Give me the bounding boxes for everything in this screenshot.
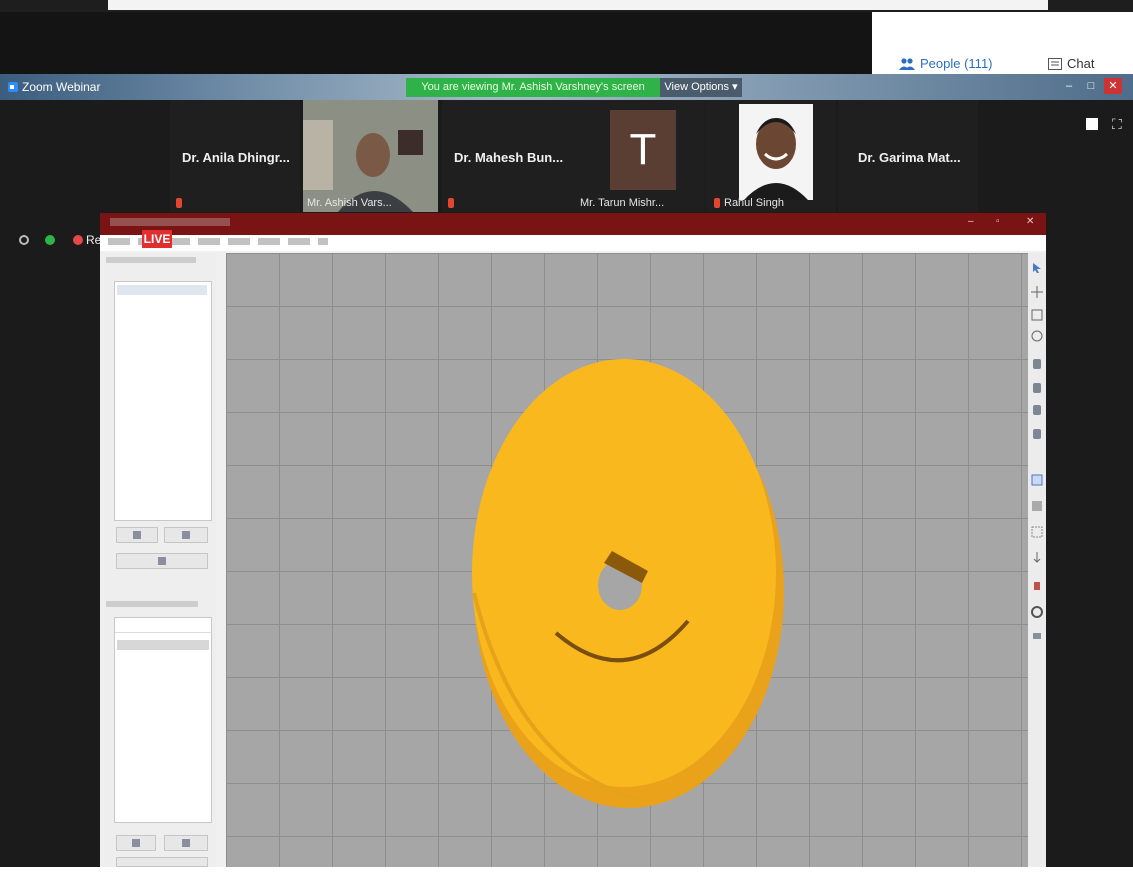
maximize-button[interactable]: □: [1082, 78, 1100, 94]
view-top-icon[interactable]: [1031, 403, 1043, 415]
shared-cad-application: – ▫ ✕ LIVE: [100, 213, 1046, 867]
support-tool-icon[interactable]: [1031, 579, 1043, 591]
zoom-logo-icon: [8, 82, 18, 92]
participant-tile[interactable]: Dr. Anila Dhingr...: [170, 100, 300, 212]
participant-tile[interactable]: Rahul Singh: [706, 100, 836, 212]
models-list[interactable]: [114, 281, 212, 521]
cut-tool-icon[interactable]: [1031, 525, 1043, 538]
chat-tab[interactable]: Chat: [1048, 56, 1094, 71]
participant-name: Dr. Anila Dhingr...: [182, 150, 290, 165]
add-icon: [132, 839, 140, 847]
3d-part-model: [472, 359, 784, 808]
add-process-button[interactable]: [116, 835, 156, 851]
select-tool-icon[interactable]: [1031, 261, 1043, 273]
chat-icon: [1048, 57, 1062, 70]
cad-toolbar: [1028, 253, 1046, 867]
zoom-window-title: Zoom Webinar: [8, 80, 100, 94]
top-strip: [0, 0, 1133, 12]
arrange-icon: [158, 557, 166, 565]
participant-name: Dr. Garima Mat...: [858, 150, 961, 165]
participant-caption: Rahul Singh: [724, 197, 784, 209]
participant-video-tile[interactable]: Mr. Ashish Vars...: [303, 100, 438, 212]
edit-process-settings-button[interactable]: [116, 857, 208, 867]
hole-tool-icon[interactable]: [1031, 605, 1043, 618]
participant-tile[interactable]: Dr. Garima Mat...: [838, 100, 978, 212]
cad-menu-items-blurred[interactable]: [108, 238, 328, 245]
participant-tile[interactable]: T Mr. Tarun Mishr...: [580, 100, 705, 212]
remove-button[interactable]: [164, 527, 208, 543]
rotate-tool-icon[interactable]: [1031, 329, 1043, 342]
participant-name: Dr. Mahesh Bun...: [454, 150, 564, 165]
control-icon[interactable]: [19, 235, 29, 245]
fullscreen-icon[interactable]: ⛶: [1112, 116, 1122, 133]
center-arrange-button[interactable]: [116, 553, 208, 569]
view-options-button[interactable]: View Options ▾: [660, 78, 742, 97]
remove-icon: [182, 531, 190, 539]
view-iso-icon[interactable]: [1031, 357, 1043, 369]
settings-tool-icon[interactable]: [1031, 629, 1043, 641]
zoom-titlebar: Zoom Webinar You are viewing Mr. Ashish …: [0, 74, 1133, 100]
scale-tool-icon[interactable]: [1031, 308, 1043, 321]
record-icon[interactable]: [73, 235, 83, 245]
minimize-button[interactable]: –: [1060, 78, 1078, 94]
cad-side-panel: [102, 253, 216, 867]
slice-tool-icon[interactable]: [1031, 499, 1043, 511]
muted-mic-icon: [176, 198, 182, 208]
process-row[interactable]: [117, 640, 209, 650]
cad-maximize-button[interactable]: ▫: [996, 216, 1000, 227]
model-list-item[interactable]: [117, 285, 207, 295]
screen-share-banner: You are viewing Mr. Ashish Varshney's sc…: [406, 78, 660, 97]
participant-photo: [739, 104, 813, 200]
chevron-down-icon: ▾: [732, 81, 738, 93]
models-panel-label: [106, 257, 196, 263]
people-icon: [899, 57, 915, 70]
processes-table[interactable]: [114, 617, 212, 823]
cad-title-text-blurred: [110, 218, 230, 226]
processes-table-header: [115, 618, 211, 633]
move-tool-icon[interactable]: [1031, 285, 1043, 298]
gallery-view-icon[interactable]: [1086, 118, 1098, 130]
close-button[interactable]: ✕: [1104, 78, 1122, 94]
cad-titlebar: – ▫ ✕: [100, 213, 1046, 235]
delete-process-button[interactable]: [164, 835, 208, 851]
top-strip-content: [108, 0, 1048, 10]
participant-caption: Mr. Ashish Vars...: [307, 197, 392, 209]
processes-panel-label: [106, 601, 198, 607]
meeting-right-panel-header: People (111) Chat: [872, 12, 1133, 74]
import-icon: [133, 531, 141, 539]
participant-tile[interactable]: Dr. Mahesh Bun...: [442, 100, 600, 212]
cad-minimize-button[interactable]: –: [968, 216, 974, 227]
participant-avatar: T: [610, 110, 676, 190]
cad-menubar: [100, 235, 1046, 251]
delete-icon: [182, 839, 190, 847]
people-tab[interactable]: People (111): [899, 56, 993, 71]
security-shield-icon[interactable]: [45, 235, 55, 245]
view-front-icon[interactable]: [1031, 381, 1043, 393]
view-options-label: View Options: [664, 81, 729, 93]
import-button[interactable]: [116, 527, 158, 543]
measure-tool-icon[interactable]: [1031, 473, 1043, 486]
chat-tab-label: Chat: [1067, 56, 1095, 71]
meeting-header-area: [0, 12, 872, 74]
drop-tool-icon[interactable]: [1031, 551, 1043, 563]
cad-close-button[interactable]: ✕: [1026, 216, 1034, 227]
participant-video: [303, 100, 438, 212]
view-side-icon[interactable]: [1031, 427, 1043, 439]
live-badge: LIVE: [142, 230, 172, 248]
muted-mic-icon: [714, 198, 720, 208]
zoom-title-text: Zoom Webinar: [22, 80, 101, 94]
3d-viewport[interactable]: [226, 253, 1028, 867]
participant-caption: Mr. Tarun Mishr...: [580, 197, 665, 209]
muted-mic-icon: [448, 198, 454, 208]
people-tab-label: People (111): [920, 56, 993, 71]
